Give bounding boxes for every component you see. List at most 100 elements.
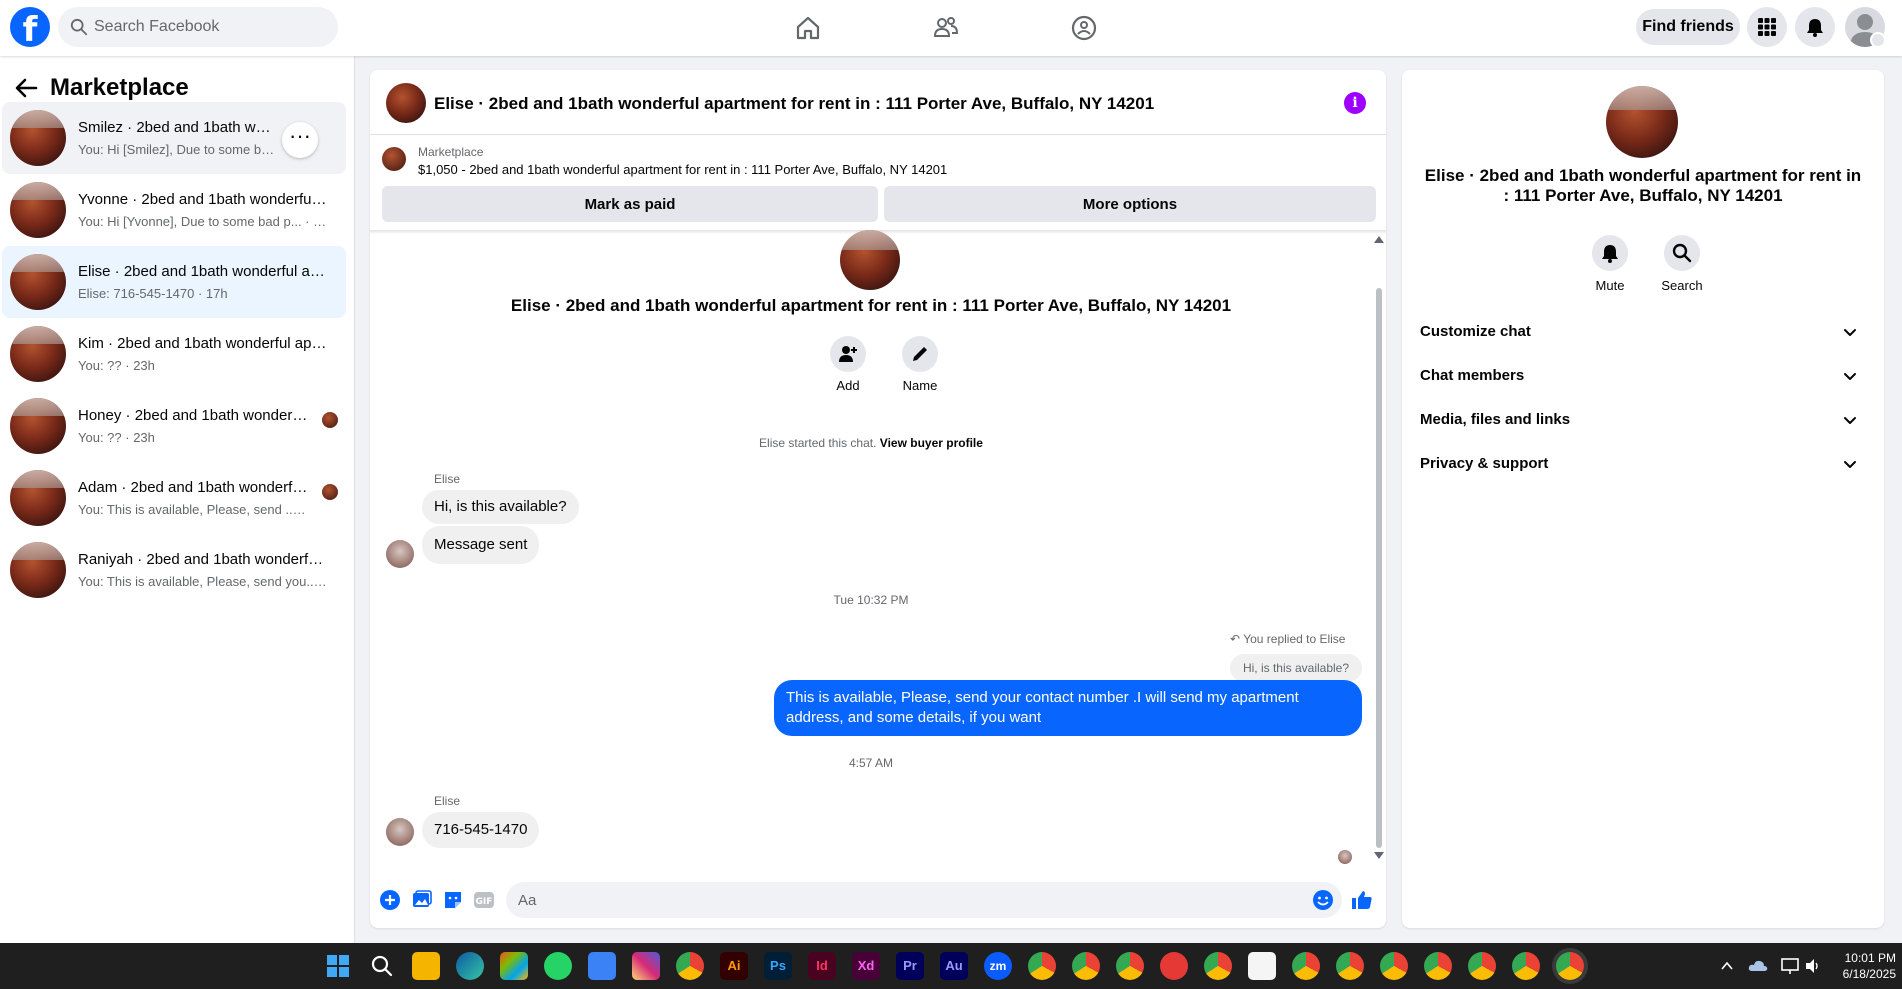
mark-as-paid-button[interactable]: Mark as paid xyxy=(382,186,878,222)
sticker-icon[interactable] xyxy=(441,888,465,912)
facebook-logo-icon[interactable]: f xyxy=(10,7,50,47)
privacy-support-section[interactable]: Privacy & support xyxy=(1410,442,1876,486)
search-input[interactable] xyxy=(94,7,324,47)
chrome-icon[interactable] xyxy=(1512,952,1540,980)
chat-members-section[interactable]: Chat members xyxy=(1410,354,1876,398)
incoming-message[interactable]: Hi, is this available? xyxy=(422,490,579,524)
emoji-icon[interactable] xyxy=(1312,889,1334,911)
document-app-icon[interactable] xyxy=(1248,952,1276,980)
file-explorer-icon[interactable] xyxy=(412,952,440,980)
xd-icon[interactable]: Xd xyxy=(852,952,880,980)
avatar[interactable] xyxy=(386,83,426,123)
marketplace-listing[interactable]: Marketplace $1,050 - 2bed and 1bath wond… xyxy=(370,135,1386,183)
network-icon[interactable] xyxy=(1780,957,1800,975)
chrome-icon[interactable] xyxy=(1336,952,1364,980)
edge-icon[interactable] xyxy=(456,952,484,980)
info-icon[interactable]: i xyxy=(1344,92,1366,114)
mute-button[interactable]: Mute xyxy=(1578,235,1642,293)
thumbs-up-icon[interactable] xyxy=(1350,888,1374,912)
search-icon xyxy=(1672,243,1692,263)
conversation-item[interactable]: Adam · 2bed and 1bath wonderful apartmen… xyxy=(2,462,346,534)
indesign-icon[interactable]: Id xyxy=(808,952,836,980)
photo-icon[interactable] xyxy=(410,888,434,912)
search-chat-button[interactable]: Search xyxy=(1650,235,1714,293)
incoming-message[interactable]: Message sent xyxy=(422,526,540,564)
chrome-active-icon[interactable] xyxy=(1556,952,1584,980)
notepad-icon[interactable] xyxy=(588,952,616,980)
timestamp: Tue 10:32 PM xyxy=(833,593,909,607)
system-clock[interactable]: 10:01 PM 6/18/2025 xyxy=(1822,950,1896,982)
conversation-item[interactable]: Honey · 2bed and 1bath wonderful apartme… xyxy=(2,390,346,462)
home-tab[interactable] xyxy=(790,10,826,46)
photoshop-icon[interactable]: Ps xyxy=(764,952,792,980)
menu-button[interactable] xyxy=(1747,7,1787,47)
illustrator-icon[interactable]: Ai xyxy=(720,952,748,980)
top-navigation-bar: f Find friends xyxy=(0,0,1902,56)
store-icon[interactable] xyxy=(500,952,528,980)
listing-description: $1,050 - 2bed and 1bath wonderful apartm… xyxy=(418,162,948,177)
chat-header: Elise · 2bed and 1bath wonderful apartme… xyxy=(370,70,1386,135)
onedrive-icon[interactable] xyxy=(1748,957,1768,975)
instagram-icon[interactable] xyxy=(632,952,660,980)
groups-tab[interactable] xyxy=(1066,10,1102,46)
gif-icon[interactable]: GIF xyxy=(472,888,496,912)
volume-icon[interactable] xyxy=(1804,957,1822,975)
message-input[interactable] xyxy=(518,882,1298,918)
chrome-icon[interactable] xyxy=(1204,952,1232,980)
account-chevron-icon[interactable] xyxy=(1870,32,1886,48)
whatsapp-icon[interactable] xyxy=(544,952,572,980)
scroll-up-arrow-icon[interactable] xyxy=(1374,236,1384,243)
scrollbar[interactable] xyxy=(1374,234,1384,864)
arrow-left-icon[interactable] xyxy=(12,74,40,102)
chrome-icon[interactable] xyxy=(676,952,704,980)
premiere-icon[interactable]: Pr xyxy=(896,952,924,980)
media-files-links-section[interactable]: Media, files and links xyxy=(1410,398,1876,442)
zoom-icon[interactable]: zm xyxy=(984,952,1012,980)
more-options-icon[interactable]: ··· xyxy=(282,122,318,158)
avatar xyxy=(10,254,66,310)
section-title: Customize chat xyxy=(1420,323,1531,340)
avatar xyxy=(10,470,66,526)
clock-time: 10:01 PM xyxy=(1844,951,1896,965)
customize-chat-section[interactable]: Customize chat xyxy=(1410,310,1876,354)
chrome-icon[interactable] xyxy=(1292,952,1320,980)
search-icon[interactable] xyxy=(368,952,396,980)
search-box[interactable] xyxy=(58,7,338,47)
windows-start-icon[interactable] xyxy=(324,952,352,980)
friends-tab[interactable] xyxy=(928,10,964,46)
scroll-down-arrow-icon[interactable] xyxy=(1374,852,1384,859)
scroll-thumb[interactable] xyxy=(1376,288,1382,848)
audition-icon[interactable]: Au xyxy=(940,952,968,980)
conversation-item[interactable]: Elise · 2bed and 1bath wonderful apartme… xyxy=(2,246,346,318)
edit-name-button[interactable]: Name xyxy=(888,336,952,393)
chrome-icon[interactable] xyxy=(1424,952,1452,980)
reply-quote[interactable]: Hi, is this available? xyxy=(1230,654,1362,682)
friends-icon xyxy=(933,17,959,37)
windows-taskbar: Ai Ps Id Xd Pr Au zm 10:01 PM 6/18/2025 xyxy=(0,943,1902,989)
chrome-icon[interactable] xyxy=(1380,952,1408,980)
chat-title[interactable]: Elise · 2bed and 1bath wonderful apartme… xyxy=(434,94,1154,114)
view-buyer-profile-link[interactable]: View buyer profile xyxy=(880,436,983,450)
outgoing-message[interactable]: This is available, Please, send your con… xyxy=(774,680,1362,736)
more-options-button[interactable]: More options xyxy=(884,186,1376,222)
conversation-item[interactable]: Kim · 2bed and 1bath wonderful apartment… xyxy=(2,318,346,390)
conversation-item[interactable]: Yvonne · 2bed and 1bath wonderful apartm… xyxy=(2,174,346,246)
chevron-up-icon[interactable] xyxy=(1720,959,1734,973)
notifications-button[interactable] xyxy=(1795,7,1835,47)
avatar[interactable] xyxy=(1606,86,1678,158)
conversation-item[interactable]: Smilez · 2bed and 1bath wonderful apartm… xyxy=(2,102,346,174)
chrome-icon[interactable] xyxy=(1468,952,1496,980)
reply-arrow-icon: ↶ xyxy=(1230,632,1241,646)
chrome-icon[interactable] xyxy=(1072,952,1100,980)
chrome-icon[interactable] xyxy=(1028,952,1056,980)
incoming-message[interactable]: 716-545-1470 xyxy=(422,812,540,848)
bell-icon xyxy=(1602,245,1618,263)
plus-circle-icon[interactable] xyxy=(378,888,402,912)
avatar xyxy=(840,230,900,290)
app-icon[interactable] xyxy=(1160,952,1188,980)
message-field[interactable] xyxy=(506,882,1342,918)
find-friends-button[interactable]: Find friends xyxy=(1636,9,1740,45)
chrome-icon[interactable] xyxy=(1116,952,1144,980)
conversation-item[interactable]: Raniyah · 2bed and 1bath wonderful apart… xyxy=(2,534,346,606)
add-person-button[interactable]: Add xyxy=(816,336,880,393)
